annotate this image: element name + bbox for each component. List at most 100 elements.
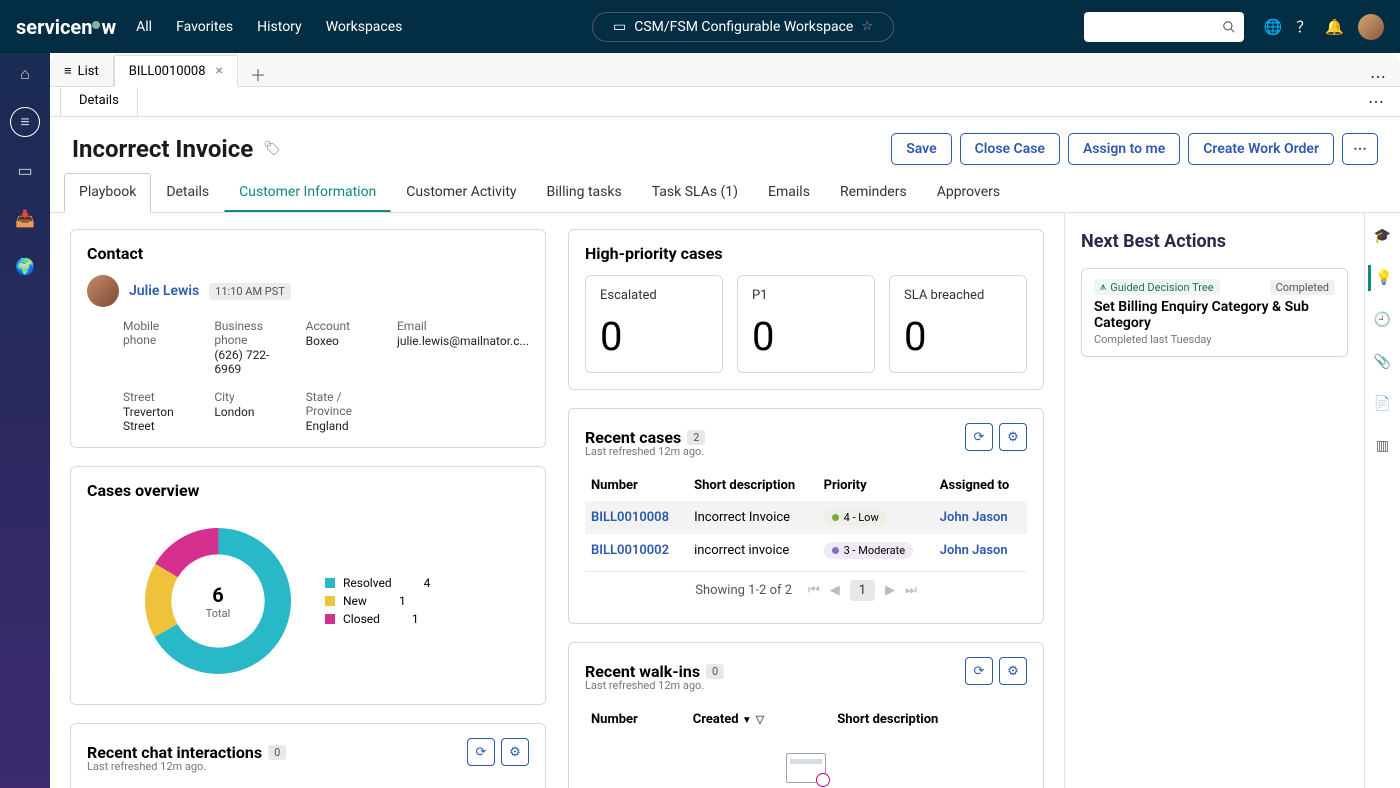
chart-legend: Resolved4 New1 Closed1: [325, 572, 430, 630]
kpi-card[interactable]: SLA breached0: [889, 275, 1027, 373]
tab-bar: ≡ List BILL0010008 × ＋ ⋯: [50, 53, 1400, 87]
rec-tab-playbook[interactable]: Playbook: [64, 173, 151, 213]
recent-chat-count: 0: [268, 745, 286, 760]
tab-record-label: BILL0010008: [129, 64, 206, 79]
contact-name-link[interactable]: Julie Lewis: [129, 283, 199, 299]
nav-history[interactable]: History: [257, 19, 302, 35]
tab-list[interactable]: ≡ List: [50, 56, 114, 86]
gear-icon[interactable]: ⚙: [999, 423, 1027, 451]
kpi-label: P1: [752, 288, 860, 303]
help-icon[interactable]: ？: [1296, 16, 1311, 37]
bell-icon[interactable]: 🔔: [1325, 18, 1344, 36]
rec-tab-reminders[interactable]: Reminders: [825, 173, 922, 212]
cases-overview-title: Cases overview: [87, 481, 529, 500]
nav-favorites[interactable]: Favorites: [176, 19, 233, 35]
case-number-link[interactable]: BILL0010008: [591, 510, 669, 525]
col-priority[interactable]: Priority: [818, 470, 934, 501]
nav-all[interactable]: All: [136, 19, 152, 35]
clock-icon[interactable]: 🕘: [1370, 307, 1396, 333]
save-button[interactable]: Save: [891, 133, 951, 165]
pager: Showing 1-2 of 2 ⏮ ◀ 1 ▶ ⏭: [585, 571, 1027, 609]
contact-avatar[interactable]: [87, 275, 119, 307]
tag-icon[interactable]: 🏷: [263, 141, 281, 157]
pager-first-icon[interactable]: ⏮: [808, 583, 820, 598]
rec-tab-customer-info[interactable]: Customer Information: [224, 173, 391, 212]
col-number[interactable]: Number: [585, 704, 687, 735]
gear-icon[interactable]: ⚙: [999, 657, 1027, 685]
record-tabs: Playbook Details Customer Information Cu…: [50, 173, 1400, 213]
nav-workspaces[interactable]: Workspaces: [326, 19, 403, 35]
rec-tab-emails[interactable]: Emails: [753, 173, 825, 212]
create-work-order-button[interactable]: Create Work Order: [1188, 133, 1334, 165]
tab-record[interactable]: BILL0010008 ×: [114, 55, 238, 87]
refresh-icon[interactable]: ⟳: [965, 657, 993, 685]
globe-icon[interactable]: 🌐: [1264, 18, 1283, 36]
hat-icon[interactable]: 🎓: [1370, 223, 1396, 249]
doc-icon[interactable]: 📄: [1370, 391, 1396, 417]
rec-tab-approvers[interactable]: Approvers: [922, 173, 1015, 212]
tab-overflow-icon[interactable]: ⋯: [1356, 67, 1400, 86]
case-number-link[interactable]: BILL0010002: [591, 543, 669, 558]
star-icon[interactable]: ☆: [861, 19, 873, 34]
subtab-overflow-icon[interactable]: ⋯: [1352, 87, 1400, 116]
rec-tab-task-slas[interactable]: Task SLAs (1): [637, 173, 753, 212]
card-icon[interactable]: ▭: [10, 155, 40, 185]
bulb-icon[interactable]: 💡: [1368, 265, 1394, 291]
rec-tab-customer-activity[interactable]: Customer Activity: [391, 173, 531, 212]
col-assigned[interactable]: Assigned to: [934, 470, 1027, 501]
contact-title: Contact: [87, 244, 529, 263]
assigned-link[interactable]: John Jason: [940, 543, 1008, 558]
assign-to-me-button[interactable]: Assign to me: [1068, 133, 1180, 165]
gear-icon[interactable]: ⚙: [501, 738, 529, 766]
panel-icon[interactable]: ▥: [1370, 433, 1396, 459]
filter-icon[interactable]: ▽: [756, 713, 764, 726]
pager-last-icon[interactable]: ⏭: [905, 583, 917, 598]
inbox-icon[interactable]: 📥: [10, 203, 40, 233]
field-label: State / Province: [306, 390, 377, 418]
field-label: Business phone: [214, 319, 285, 347]
case-desc: incorrect invoice: [688, 534, 817, 567]
subtab-details[interactable]: Details: [60, 86, 138, 116]
contact-time-badge: 11:10 AM PST: [209, 283, 291, 300]
table-row[interactable]: BILL0010008 Incorrect Invoice 4 - Low Jo…: [585, 501, 1027, 534]
home-icon[interactable]: ⌂: [10, 59, 40, 89]
kpi-card[interactable]: P1 0: [737, 275, 875, 373]
logo[interactable]: servicenw: [16, 15, 116, 39]
recent-walkins-title: Recent walk-ins: [585, 662, 700, 681]
col-short-desc[interactable]: Short description: [688, 470, 817, 501]
list-icon[interactable]: ≡: [10, 107, 40, 137]
kpi-value: 0: [752, 313, 860, 360]
legend-item[interactable]: New1: [325, 594, 430, 608]
more-actions-button[interactable]: ⋯: [1342, 133, 1378, 165]
recent-cases-refreshed: Last refreshed 12m ago.: [585, 445, 1027, 458]
kpi-card[interactable]: Escalated0: [585, 275, 723, 373]
user-avatar[interactable]: [1358, 14, 1384, 40]
legend-item[interactable]: Resolved4: [325, 576, 430, 590]
close-case-button[interactable]: Close Case: [960, 133, 1060, 165]
top-nav: All Favorites History Workspaces: [136, 19, 402, 35]
recent-cases-count: 2: [687, 430, 705, 445]
pager-prev-icon[interactable]: ◀: [830, 583, 840, 598]
refresh-icon[interactable]: ⟳: [965, 423, 993, 451]
window-icon: ▭: [613, 19, 626, 35]
refresh-icon[interactable]: ⟳: [467, 738, 495, 766]
world-icon[interactable]: 🌍: [10, 251, 40, 281]
cases-overview-card: Cases overview 6 Total: [70, 466, 546, 705]
attachment-icon[interactable]: 📎: [1370, 349, 1396, 375]
legend-item[interactable]: Closed1: [325, 612, 430, 626]
table-row[interactable]: BILL0010002 incorrect invoice 3 - Modera…: [585, 534, 1027, 567]
close-icon[interactable]: ×: [216, 63, 223, 79]
workspace-pill[interactable]: ▭ CSM/FSM Configurable Workspace ☆: [592, 12, 894, 42]
search-input[interactable]: [1084, 12, 1244, 42]
pager-next-icon[interactable]: ▶: [885, 583, 895, 598]
legend-value: 1: [412, 612, 419, 626]
action-card[interactable]: ⩚Guided Decision Tree Completed Set Bill…: [1081, 268, 1348, 357]
col-created[interactable]: Created ▼▽: [687, 704, 831, 735]
rec-tab-billing-tasks[interactable]: Billing tasks: [532, 173, 637, 212]
assigned-link[interactable]: John Jason: [940, 510, 1008, 525]
col-short-desc[interactable]: Short description: [831, 704, 1027, 735]
col-number[interactable]: Number: [585, 470, 688, 501]
pager-current[interactable]: 1: [850, 580, 875, 601]
add-tab-button[interactable]: ＋: [238, 62, 278, 86]
rec-tab-details[interactable]: Details: [151, 173, 224, 212]
